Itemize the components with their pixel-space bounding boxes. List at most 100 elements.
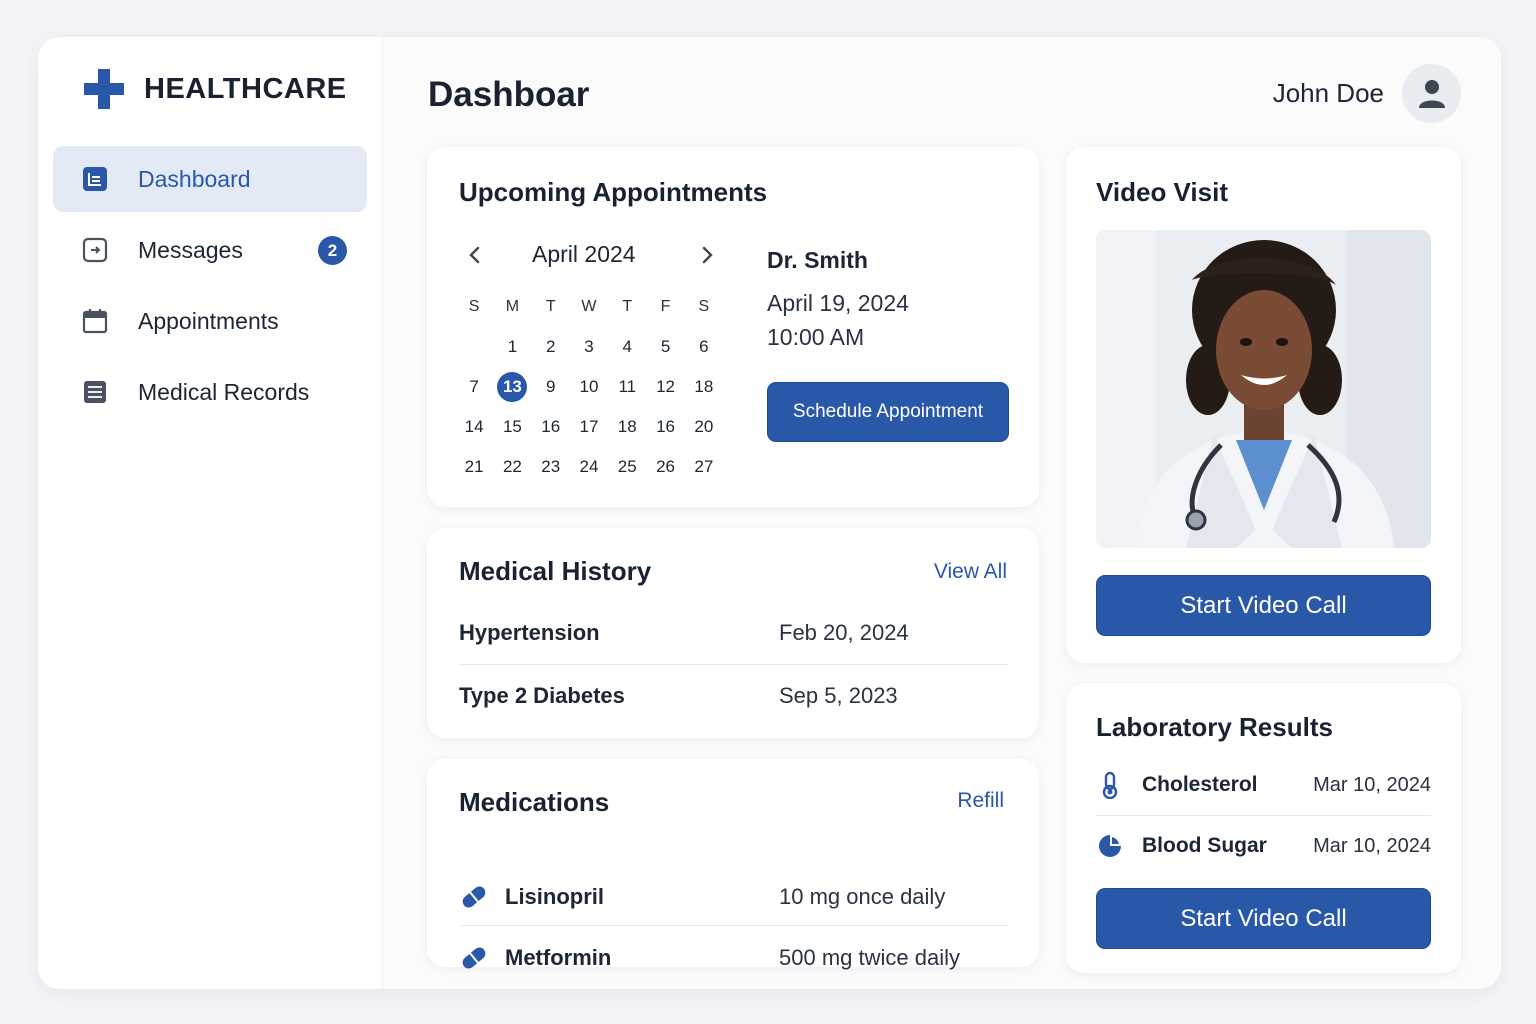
appointments-card: Upcoming Appointments April 2024 S M T W…	[427, 147, 1039, 507]
weekday-label: S	[698, 298, 710, 315]
medical-history-card: Medical History View All Hypertension Fe…	[427, 528, 1039, 738]
lab-test-date: Mar 10, 2024	[1313, 773, 1431, 796]
calendar-icon	[81, 307, 109, 335]
calendar-day[interactable]: 16	[532, 417, 570, 437]
lab-results-card: Laboratory Results Cholesterol Mar 10, 2…	[1066, 684, 1461, 973]
doctor-photo	[1096, 230, 1431, 548]
calendar-day[interactable]: 7	[455, 377, 493, 397]
refill-link[interactable]: Refill	[957, 789, 1004, 813]
sidebar-item-medical-records[interactable]: Medical Records	[53, 359, 367, 425]
video-visit-card: Video Visit Start Video Call	[1066, 147, 1461, 663]
condition-date: Feb 20, 2024	[779, 620, 909, 645]
calendar-day[interactable]: 9	[532, 377, 570, 397]
calendar-day[interactable]: 23	[532, 457, 570, 477]
lab-test-name: Blood Sugar	[1142, 834, 1267, 857]
appointments-title: Upcoming Appointments	[459, 177, 768, 207]
records-icon	[81, 378, 109, 406]
lab-result-item[interactable]: Cholesterol Mar 10, 2024	[1096, 755, 1431, 815]
medication-name: Lisinopril	[505, 884, 604, 909]
user-name: John Doe	[1272, 78, 1384, 108]
start-video-call-button[interactable]: Start Video Call	[1096, 888, 1431, 949]
unread-badge: 2	[318, 236, 347, 265]
calendar-day[interactable]: 6	[685, 337, 723, 357]
divider	[459, 925, 1009, 926]
medication-item[interactable]: Lisinopril 10 mg once daily	[459, 866, 1009, 928]
avatar[interactable]	[1402, 64, 1461, 123]
view-all-link[interactable]: View All	[934, 560, 1007, 584]
weekday-label: F	[660, 298, 671, 315]
medication-name: Metformin	[505, 945, 612, 970]
chevron-right-icon[interactable]	[695, 243, 719, 267]
sidebar-item-messages[interactable]: Messages 2	[53, 217, 367, 283]
calendar-day[interactable]: 2	[532, 337, 570, 357]
chevron-left-icon[interactable]	[463, 243, 487, 267]
weekday-label: M	[505, 298, 520, 315]
video-visit-title: Video Visit	[1096, 177, 1228, 207]
sidebar-item-label: Messages	[138, 236, 243, 263]
start-video-call-button[interactable]: Start Video Call	[1096, 575, 1431, 636]
weekday-label: T	[622, 298, 633, 315]
schedule-appointment-button[interactable]: Schedule Appointment	[767, 382, 1009, 442]
calendar-day[interactable]: 5	[646, 337, 684, 357]
sidebar: HEALTHCARE Dashboard Messages 2 Appointm…	[38, 37, 383, 989]
message-icon	[81, 236, 109, 264]
sidebar-item-dashboard[interactable]: Dashboard	[53, 146, 367, 212]
calendar-weekdays: S M T W T F S	[455, 287, 723, 327]
calendar-day[interactable]: 10	[570, 377, 608, 397]
sidebar-item-label: Dashboard	[138, 165, 251, 192]
calendar-day[interactable]: 4	[608, 337, 646, 357]
calendar-week: 21 22 23 24 25 26 27	[455, 447, 723, 487]
calendar-day[interactable]: 1	[493, 337, 531, 357]
medication-item[interactable]: Metformin 500 mg twice daily	[459, 927, 1009, 989]
doctor-name: Dr. Smith	[767, 247, 868, 273]
calendar-day[interactable]: 16	[646, 417, 684, 437]
calendar-day[interactable]: 3	[570, 337, 608, 357]
calendar-day[interactable]: 25	[608, 457, 646, 477]
condition-name: Hypertension	[459, 620, 600, 645]
weekday-label: S	[468, 298, 480, 315]
brand[interactable]: HEALTHCARE	[82, 67, 347, 111]
medications-card: Medications Refill Lisinopril 10 mg once…	[427, 759, 1039, 970]
calendar-day[interactable]: 18	[608, 417, 646, 437]
appointment-date: April 19, 2024	[767, 290, 909, 316]
calendar-day[interactable]: 20	[685, 417, 723, 437]
lab-results-title: Laboratory Results	[1096, 712, 1333, 742]
calendar-day[interactable]: 14	[455, 417, 493, 437]
user-menu[interactable]: John Doe	[1273, 64, 1461, 123]
calendar-day[interactable]: 11	[608, 377, 646, 397]
calendar-day[interactable]: 18	[685, 377, 723, 397]
sidebar-nav: Dashboard Messages 2 Appointments Medica…	[53, 146, 367, 430]
condition-date: Sep 5, 2023	[779, 683, 898, 708]
pie-chart-icon	[1096, 832, 1124, 860]
calendar-day[interactable]: 12	[646, 377, 684, 397]
medications-title: Medications	[459, 787, 610, 817]
sidebar-item-appointments[interactable]: Appointments	[53, 288, 367, 354]
lab-result-item[interactable]: Blood Sugar Mar 10, 2024	[1096, 816, 1431, 876]
lab-test-name: Cholesterol	[1142, 773, 1258, 796]
calendar-day[interactable]: 15	[493, 417, 531, 437]
calendar-month: April 2024	[532, 241, 636, 267]
medical-history-title: Medical History	[459, 556, 652, 586]
user-icon	[1418, 79, 1445, 108]
thermometer-icon	[1096, 771, 1124, 799]
dashboard-icon	[81, 165, 109, 193]
calendar-day-selected[interactable]: 13	[493, 372, 531, 402]
pill-icon	[459, 943, 489, 973]
history-item[interactable]: Type 2 Diabetes Sep 5, 2023	[459, 665, 1009, 727]
weekday-label: W	[581, 298, 597, 315]
calendar-day[interactable]: 17	[570, 417, 608, 437]
history-item[interactable]: Hypertension Feb 20, 2024	[459, 602, 1009, 664]
page-title: Dashboar	[428, 75, 590, 114]
pill-icon	[459, 882, 489, 912]
calendar-day[interactable]: 22	[493, 457, 531, 477]
calendar-day[interactable]: 27	[685, 457, 723, 477]
app-window: HEALTHCARE Dashboard Messages 2 Appointm…	[38, 37, 1501, 989]
calendar-day[interactable]: 24	[570, 457, 608, 477]
calendar-day[interactable]: 21	[455, 457, 493, 477]
calendar-day[interactable]: 26	[646, 457, 684, 477]
calendar-week: 1 2 3 4 5 6	[455, 327, 723, 367]
sidebar-item-label: Appointments	[138, 307, 279, 334]
appointment-time: 10:00 AM	[767, 324, 865, 350]
weekday-label: T	[545, 298, 556, 315]
lab-test-date: Mar 10, 2024	[1313, 834, 1431, 857]
